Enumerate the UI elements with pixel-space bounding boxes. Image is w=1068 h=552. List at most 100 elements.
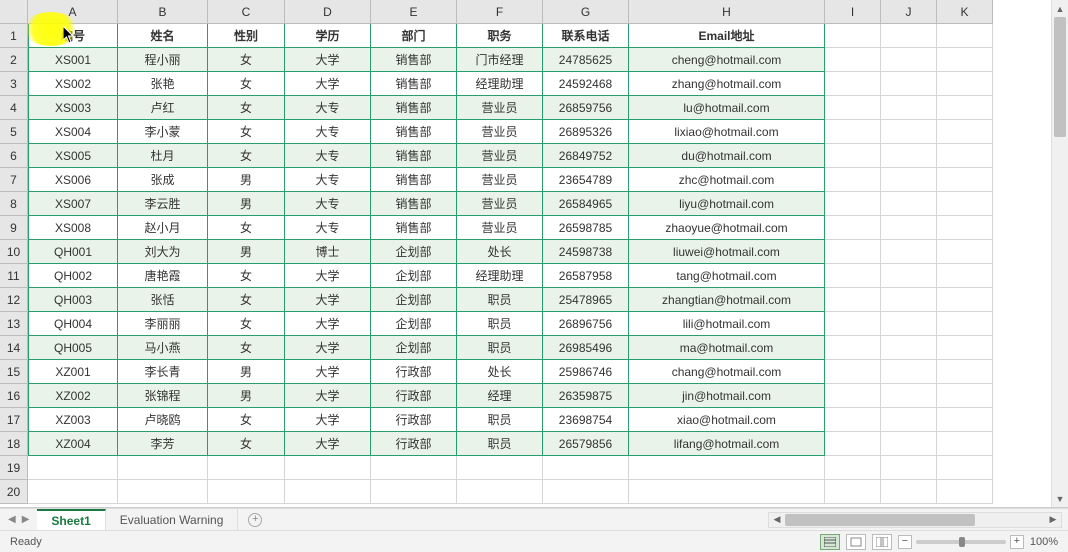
empty-cell[interactable] bbox=[937, 216, 993, 240]
data-cell[interactable]: XS008 bbox=[28, 216, 118, 240]
data-cell[interactable]: 大学 bbox=[285, 336, 371, 360]
data-cell[interactable]: 大专 bbox=[285, 144, 371, 168]
data-cell[interactable]: 25986746 bbox=[543, 360, 629, 384]
zoom-slider[interactable]: − + bbox=[898, 535, 1024, 549]
tab-evaluation-warning[interactable]: Evaluation Warning bbox=[106, 509, 239, 530]
row-header-3[interactable]: 3 bbox=[0, 72, 28, 96]
scroll-left-button[interactable]: ◀ bbox=[769, 514, 785, 525]
data-cell[interactable]: 行政部 bbox=[371, 384, 457, 408]
data-cell[interactable]: 职员 bbox=[457, 336, 543, 360]
column-header-E[interactable]: E bbox=[371, 0, 457, 24]
view-normal-button[interactable] bbox=[820, 534, 840, 550]
data-cell[interactable]: XS002 bbox=[28, 72, 118, 96]
data-cell[interactable]: 男 bbox=[208, 240, 285, 264]
empty-cell[interactable] bbox=[881, 192, 937, 216]
data-cell[interactable]: 26579856 bbox=[543, 432, 629, 456]
row-header-8[interactable]: 8 bbox=[0, 192, 28, 216]
data-cell[interactable]: 销售部 bbox=[371, 144, 457, 168]
row-header-6[interactable]: 6 bbox=[0, 144, 28, 168]
data-cell[interactable]: 26359875 bbox=[543, 384, 629, 408]
empty-cell[interactable] bbox=[881, 288, 937, 312]
row-header-4[interactable]: 4 bbox=[0, 96, 28, 120]
data-cell[interactable]: zhangtian@hotmail.com bbox=[629, 288, 825, 312]
data-cell[interactable]: 营业员 bbox=[457, 192, 543, 216]
vertical-scrollbar[interactable]: ▲ ▼ bbox=[1051, 0, 1068, 507]
data-cell[interactable]: liyu@hotmail.com bbox=[629, 192, 825, 216]
row-header-20[interactable]: 20 bbox=[0, 480, 28, 504]
data-cell[interactable]: 24592468 bbox=[543, 72, 629, 96]
data-cell[interactable]: 李芳 bbox=[118, 432, 208, 456]
empty-cell[interactable] bbox=[937, 240, 993, 264]
data-cell[interactable]: 女 bbox=[208, 288, 285, 312]
empty-cell[interactable] bbox=[937, 408, 993, 432]
data-cell[interactable]: 卢红 bbox=[118, 96, 208, 120]
data-cell[interactable]: 销售部 bbox=[371, 48, 457, 72]
empty-cell[interactable] bbox=[881, 384, 937, 408]
data-cell[interactable]: 26985496 bbox=[543, 336, 629, 360]
data-cell[interactable]: 职员 bbox=[457, 432, 543, 456]
data-cell[interactable]: XS006 bbox=[28, 168, 118, 192]
header-cell-H[interactable]: Email地址 bbox=[629, 24, 825, 48]
data-cell[interactable]: 张锦程 bbox=[118, 384, 208, 408]
data-cell[interactable]: 企划部 bbox=[371, 288, 457, 312]
add-sheet-button[interactable]: + bbox=[238, 509, 272, 530]
data-cell[interactable]: zhaoyue@hotmail.com bbox=[629, 216, 825, 240]
column-header-I[interactable]: I bbox=[825, 0, 881, 24]
empty-cell[interactable] bbox=[937, 144, 993, 168]
data-cell[interactable]: 女 bbox=[208, 120, 285, 144]
data-cell[interactable]: 李小蒙 bbox=[118, 120, 208, 144]
data-cell[interactable]: 女 bbox=[208, 144, 285, 168]
data-cell[interactable]: QH001 bbox=[28, 240, 118, 264]
empty-cell[interactable] bbox=[457, 456, 543, 480]
data-cell[interactable]: 营业员 bbox=[457, 216, 543, 240]
empty-cell[interactable] bbox=[937, 312, 993, 336]
zoom-in-button[interactable]: + bbox=[1010, 535, 1024, 549]
data-cell[interactable]: 大学 bbox=[285, 432, 371, 456]
data-cell[interactable]: 24598738 bbox=[543, 240, 629, 264]
empty-cell[interactable] bbox=[881, 360, 937, 384]
row-header-11[interactable]: 11 bbox=[0, 264, 28, 288]
data-cell[interactable]: 营业员 bbox=[457, 168, 543, 192]
empty-cell[interactable] bbox=[118, 480, 208, 504]
scroll-down-button[interactable]: ▼ bbox=[1052, 490, 1068, 507]
data-cell[interactable]: 唐艳霞 bbox=[118, 264, 208, 288]
header-cell-F[interactable]: 职务 bbox=[457, 24, 543, 48]
empty-cell[interactable] bbox=[825, 408, 881, 432]
data-cell[interactable]: 26587958 bbox=[543, 264, 629, 288]
empty-cell[interactable] bbox=[629, 456, 825, 480]
zoom-thumb[interactable] bbox=[959, 537, 965, 547]
data-cell[interactable]: liuwei@hotmail.com bbox=[629, 240, 825, 264]
data-cell[interactable]: 职员 bbox=[457, 312, 543, 336]
empty-cell[interactable] bbox=[825, 264, 881, 288]
data-cell[interactable]: jin@hotmail.com bbox=[629, 384, 825, 408]
row-header-17[interactable]: 17 bbox=[0, 408, 28, 432]
data-cell[interactable]: zhc@hotmail.com bbox=[629, 168, 825, 192]
empty-cell[interactable] bbox=[825, 360, 881, 384]
row-header-16[interactable]: 16 bbox=[0, 384, 28, 408]
data-cell[interactable]: 门市经理 bbox=[457, 48, 543, 72]
data-cell[interactable]: XZ003 bbox=[28, 408, 118, 432]
data-cell[interactable]: 26896756 bbox=[543, 312, 629, 336]
empty-cell[interactable] bbox=[825, 168, 881, 192]
row-header-7[interactable]: 7 bbox=[0, 168, 28, 192]
header-cell-D[interactable]: 学历 bbox=[285, 24, 371, 48]
zoom-out-button[interactable]: − bbox=[898, 535, 912, 549]
empty-cell[interactable] bbox=[937, 456, 993, 480]
data-cell[interactable]: XS004 bbox=[28, 120, 118, 144]
data-cell[interactable]: 经理助理 bbox=[457, 264, 543, 288]
data-cell[interactable]: lixiao@hotmail.com bbox=[629, 120, 825, 144]
row-header-14[interactable]: 14 bbox=[0, 336, 28, 360]
data-cell[interactable]: 大学 bbox=[285, 312, 371, 336]
empty-cell[interactable] bbox=[937, 480, 993, 504]
data-cell[interactable]: 大学 bbox=[285, 408, 371, 432]
tab-sheet1[interactable]: Sheet1 bbox=[37, 509, 105, 530]
vertical-scroll-thumb[interactable] bbox=[1054, 17, 1066, 137]
data-cell[interactable]: lifang@hotmail.com bbox=[629, 432, 825, 456]
data-cell[interactable]: XS007 bbox=[28, 192, 118, 216]
column-header-F[interactable]: F bbox=[457, 0, 543, 24]
data-cell[interactable]: 企划部 bbox=[371, 336, 457, 360]
column-header-J[interactable]: J bbox=[881, 0, 937, 24]
data-cell[interactable]: 博士 bbox=[285, 240, 371, 264]
empty-cell[interactable] bbox=[881, 48, 937, 72]
row-header-13[interactable]: 13 bbox=[0, 312, 28, 336]
